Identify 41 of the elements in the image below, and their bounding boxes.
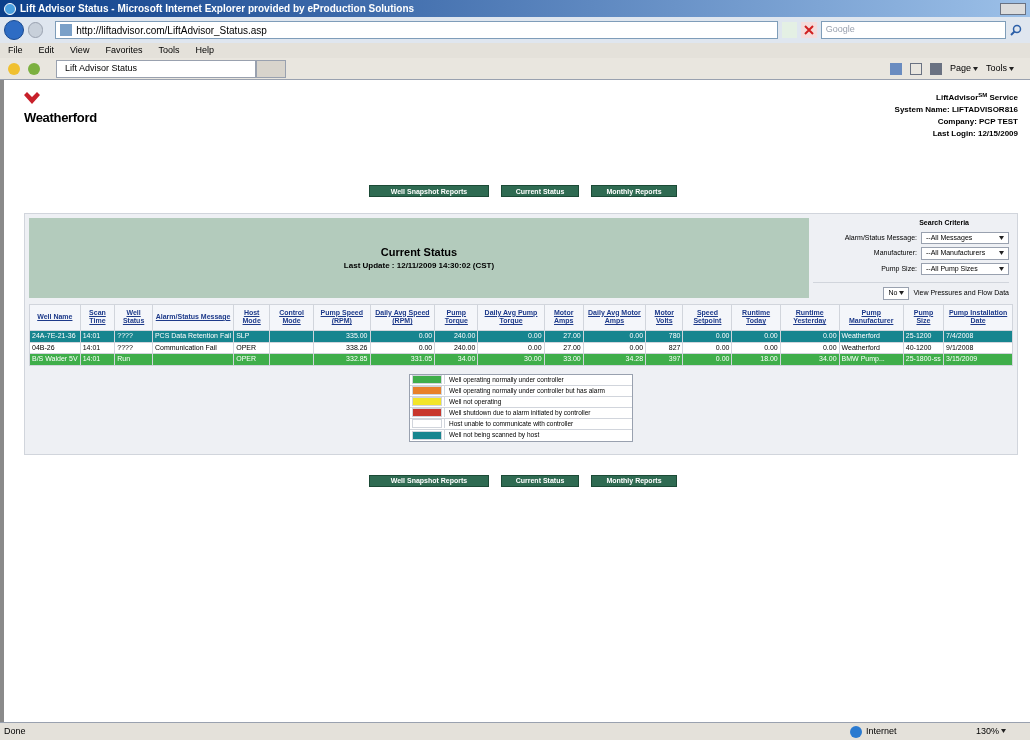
ie-icon	[4, 2, 16, 15]
window-title: Lift Advisor Status - Microsoft Internet Explorer provided by eProduction Solutions	[20, 2, 416, 16]
table-cell	[269, 342, 314, 354]
back-icon[interactable]	[4, 20, 24, 40]
new-tab-button[interactable]	[256, 59, 286, 78]
menu-item[interactable]: View	[70, 43, 90, 58]
close-icon[interactable]	[801, 22, 817, 38]
search-placeholder: Google	[825, 23, 855, 37]
caret-icon	[899, 291, 905, 296]
forward-icon[interactable]	[27, 22, 44, 38]
caret-icon	[1001, 729, 1007, 734]
menu-item[interactable]: Favorites	[105, 43, 143, 58]
menu-item[interactable]: Help	[195, 43, 214, 58]
table-cell	[269, 330, 314, 342]
url-text: http://liftadvisor.com/LiftAdvisor_Status.asp	[76, 23, 267, 38]
caret-icon	[999, 266, 1004, 271]
header-info: Company: PCP TEST	[937, 116, 1018, 128]
caret-icon	[999, 251, 1004, 256]
browser-tab[interactable]: Lift Advisor Status	[56, 59, 256, 78]
command-menu[interactable]: Tools	[986, 61, 1014, 76]
header-info: System Name: LIFTADVISOR816	[894, 104, 1018, 116]
zoom-button[interactable]: 130%	[976, 724, 1026, 739]
panel-title: Current Status	[380, 244, 458, 260]
add-favorites-icon[interactable]	[28, 62, 40, 75]
menu-item[interactable]: File	[8, 43, 23, 58]
service-title: LiftAdvisor$^{SM}$ Service	[936, 92, 1018, 104]
table-cell	[269, 353, 314, 365]
menu-item[interactable]: Tools	[158, 43, 180, 58]
zone-text: Internet	[866, 724, 898, 738]
status-text: Done	[4, 724, 27, 738]
logo-icon	[24, 92, 40, 104]
last-update-text: Last Update : 12/11/2009 14:30:02 (CST)	[343, 260, 495, 273]
header-info: Last Login: 12/15/2009	[932, 128, 1018, 140]
address-field[interactable]: http://liftadvisor.com/LiftAdvisor_Status.asp	[55, 21, 778, 39]
logo-text: Weatherford	[24, 109, 97, 127]
caret-icon	[973, 66, 978, 71]
caret-icon	[999, 235, 1004, 240]
command-menu[interactable]: Page	[949, 61, 978, 76]
globe-icon	[850, 725, 862, 738]
menu-item[interactable]: Edit	[38, 43, 55, 58]
caret-icon	[1009, 66, 1014, 71]
